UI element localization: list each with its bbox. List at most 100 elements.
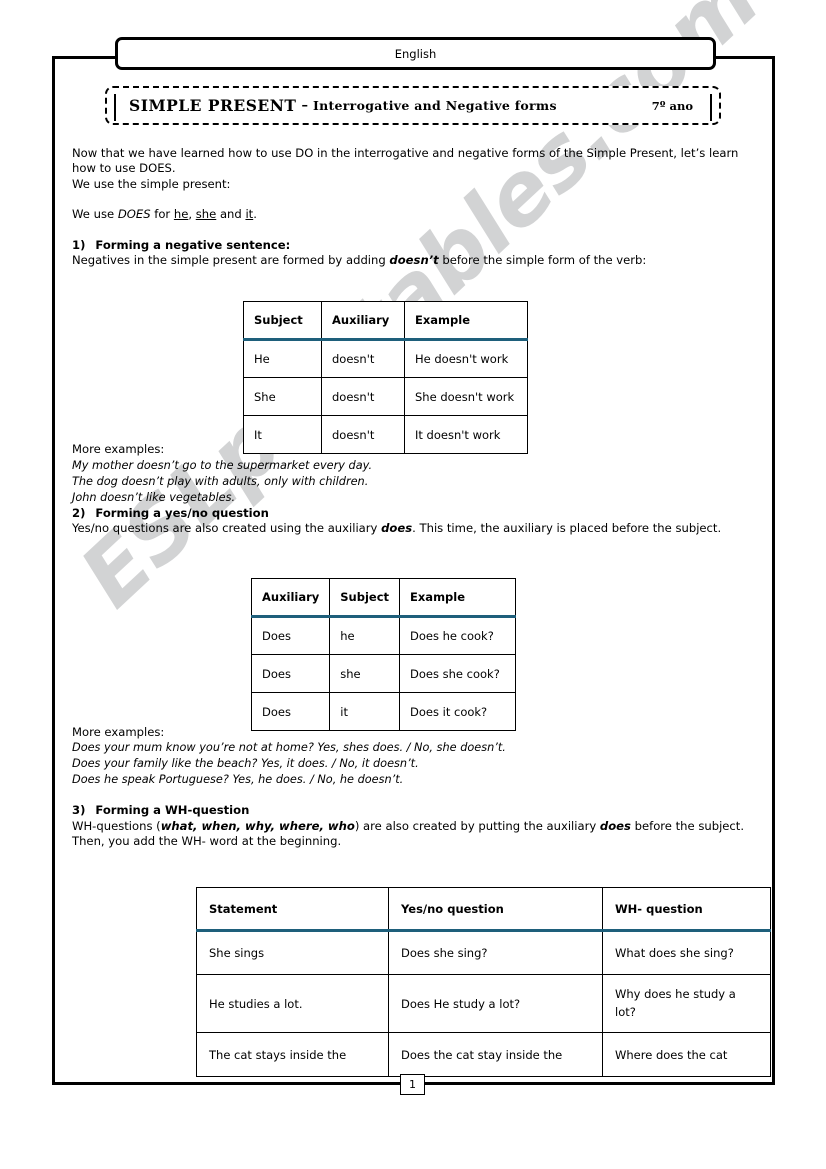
section-3-body: WH-questions (what, when, why, where, wh… bbox=[72, 819, 752, 850]
title-subtitle: Interrogative and Negative forms bbox=[312, 98, 557, 113]
table2-r3-example: Does it cook? bbox=[399, 692, 517, 731]
table1-r2-auxiliary: doesn't bbox=[321, 377, 405, 416]
table-header-row: Statement Yes/no question WH- question bbox=[196, 887, 771, 932]
section-2-body-post: . This time, the auxiliary is placed bef… bbox=[412, 521, 722, 536]
examples-1-line-1: My mother doesn’t go to the supermarket … bbox=[72, 458, 373, 472]
section-1-body: Negatives in the simple present are form… bbox=[72, 253, 752, 268]
intro-paragraph-2: We use the simple present: bbox=[72, 176, 231, 191]
intro-3-comma: , bbox=[188, 207, 196, 222]
section-1-heading: 1) Forming a negative sentence: bbox=[72, 238, 752, 253]
section-1-body-bold: doesn’t bbox=[389, 253, 439, 268]
yes-no-question-table: Auxiliary Subject Example Does he Does h… bbox=[250, 578, 517, 731]
table-row: She sings Does she sing? What does she s… bbox=[196, 930, 771, 975]
table2-r3-auxiliary: Does bbox=[250, 692, 331, 731]
table3-r2-yesno: Does He study a lot? bbox=[388, 974, 603, 1033]
table1-r2-subject: She bbox=[243, 377, 322, 416]
table3-r2-statement: He studies a lot. bbox=[196, 974, 389, 1033]
intro-3-she: she bbox=[195, 207, 217, 222]
intro-3-pre: We use bbox=[72, 207, 118, 222]
title-main: SIMPLE PRESENT bbox=[129, 96, 297, 115]
table3-r1-statement: She sings bbox=[196, 930, 389, 975]
page-number: 1 bbox=[400, 1074, 425, 1095]
table1-r3-example: It doesn't work bbox=[404, 415, 528, 454]
table3-r1-wh: What does she sing? bbox=[602, 930, 771, 975]
table-header-row: Subject Auxiliary Example bbox=[243, 301, 528, 341]
table1-r1-subject: He bbox=[243, 339, 322, 378]
section-2-heading: 2) Forming a yes/no question bbox=[72, 506, 752, 521]
table1-r3-auxiliary: doesn't bbox=[321, 415, 405, 454]
section-3-number: 3) bbox=[72, 803, 86, 818]
table1-r3-subject: It bbox=[243, 415, 322, 454]
section-3-body-pre: WH-questions ( bbox=[72, 818, 161, 833]
table1-header-auxiliary: Auxiliary bbox=[321, 301, 405, 341]
table-row: Does it Does it cook? bbox=[250, 692, 517, 731]
grade-label: 7º ano bbox=[651, 98, 693, 113]
table3-r2-wh: Why does he study a lot? bbox=[602, 974, 771, 1033]
intro-paragraph-1: Now that we have learned how to use DO i… bbox=[72, 146, 739, 176]
intro-3-he: he bbox=[173, 207, 189, 222]
title-left-rule bbox=[114, 94, 116, 121]
table3-r3-yesno: Does the cat stay inside the bbox=[388, 1032, 603, 1077]
table-row: Does she Does she cook? bbox=[250, 654, 517, 693]
table-row: She doesn't She doesn't work bbox=[243, 377, 528, 416]
intro-3-mid: for bbox=[150, 207, 174, 222]
negative-forms-table: Subject Auxiliary Example He doesn't He … bbox=[243, 301, 528, 454]
page-number-label: 1 bbox=[409, 1078, 416, 1091]
intro-3-end: . bbox=[253, 207, 257, 222]
table2-r2-auxiliary: Does bbox=[250, 654, 331, 693]
worksheet-title-box: SIMPLE PRESENT – Interrogative and Negat… bbox=[105, 86, 721, 125]
table-row: He doesn't He doesn't work bbox=[243, 339, 528, 378]
section-3-body-mid: ) are also created by putting the auxili… bbox=[354, 818, 600, 833]
table-row: The cat stays inside the Does the cat st… bbox=[196, 1032, 771, 1077]
table3-r1-yesno: Does she sing? bbox=[388, 930, 603, 975]
worksheet-body: Now that we have learned how to use DO i… bbox=[72, 146, 752, 849]
table1-r1-auxiliary: doesn't bbox=[321, 339, 405, 378]
table1-header-example: Example bbox=[404, 301, 528, 341]
section-2-title: Forming a yes/no question bbox=[95, 505, 269, 520]
table2-r2-subject: she bbox=[329, 654, 401, 693]
examples-2-line-2: Does your family like the beach? Yes, it… bbox=[72, 757, 419, 771]
table2-r2-example: Does she cook? bbox=[399, 654, 517, 693]
table2-header-auxiliary: Auxiliary bbox=[250, 578, 331, 618]
section-2-body: Yes/no questions are also created using … bbox=[72, 521, 752, 536]
section-1-title: Forming a negative sentence: bbox=[95, 237, 291, 252]
intro-3-does: DOES bbox=[117, 207, 151, 222]
section-3-heading: 3) Forming a WH-question bbox=[72, 803, 752, 818]
examples-2-line-1: Does your mum know you’re not at home? Y… bbox=[72, 741, 506, 755]
table2-r1-example: Does he cook? bbox=[399, 616, 517, 655]
table2-r1-subject: he bbox=[329, 616, 401, 655]
table3-r3-statement: The cat stays inside the bbox=[196, 1032, 389, 1077]
table3-header-wh: WH- question bbox=[602, 887, 771, 932]
section-1-body-pre: Negatives in the simple present are form… bbox=[72, 253, 390, 268]
section-1-body-post: before the simple form of the verb: bbox=[438, 253, 647, 268]
table1-r1-example: He doesn't work bbox=[404, 339, 528, 378]
table3-r3-wh: Where does the cat bbox=[602, 1032, 771, 1077]
subject-header-box: English bbox=[115, 37, 716, 70]
section-2-body-pre: Yes/no questions are also created using … bbox=[72, 521, 382, 536]
wh-question-table: Statement Yes/no question WH- question S… bbox=[196, 887, 771, 1077]
title-dash: – bbox=[301, 98, 308, 113]
table2-r3-subject: it bbox=[329, 692, 401, 731]
table-header-row: Auxiliary Subject Example bbox=[250, 578, 517, 618]
examples-1-line-3: John doesn’t like vegetables. bbox=[72, 490, 236, 504]
table3-header-yesno: Yes/no question bbox=[388, 887, 603, 932]
subject-label: English bbox=[394, 46, 437, 61]
table2-header-example: Example bbox=[399, 578, 517, 618]
intro-paragraph-3: We use DOES for he, she and it. bbox=[72, 207, 752, 222]
examples-2-line-3: Does he speak Portuguese? Yes, he does. … bbox=[72, 773, 404, 787]
section-3-body-bold: does bbox=[599, 818, 631, 833]
table1-header-subject: Subject bbox=[243, 301, 322, 341]
section-1-number: 1) bbox=[72, 237, 86, 252]
table2-header-subject: Subject bbox=[329, 578, 401, 618]
section-3-wh-words: what, when, why, where, who bbox=[160, 818, 355, 833]
examples-1-line-2: The dog doesn’t play with adults, only w… bbox=[72, 474, 369, 488]
title-right-rule bbox=[710, 94, 712, 121]
table3-header-statement: Statement bbox=[196, 887, 389, 932]
table1-r2-example: She doesn't work bbox=[404, 377, 528, 416]
table-row: Does he Does he cook? bbox=[250, 616, 517, 655]
section-2-number: 2) bbox=[72, 505, 86, 520]
table2-r1-auxiliary: Does bbox=[250, 616, 331, 655]
section-2-body-bold: does bbox=[381, 521, 413, 536]
table-row: He studies a lot. Does He study a lot? W… bbox=[196, 974, 771, 1033]
intro-3-and: and bbox=[216, 207, 246, 222]
